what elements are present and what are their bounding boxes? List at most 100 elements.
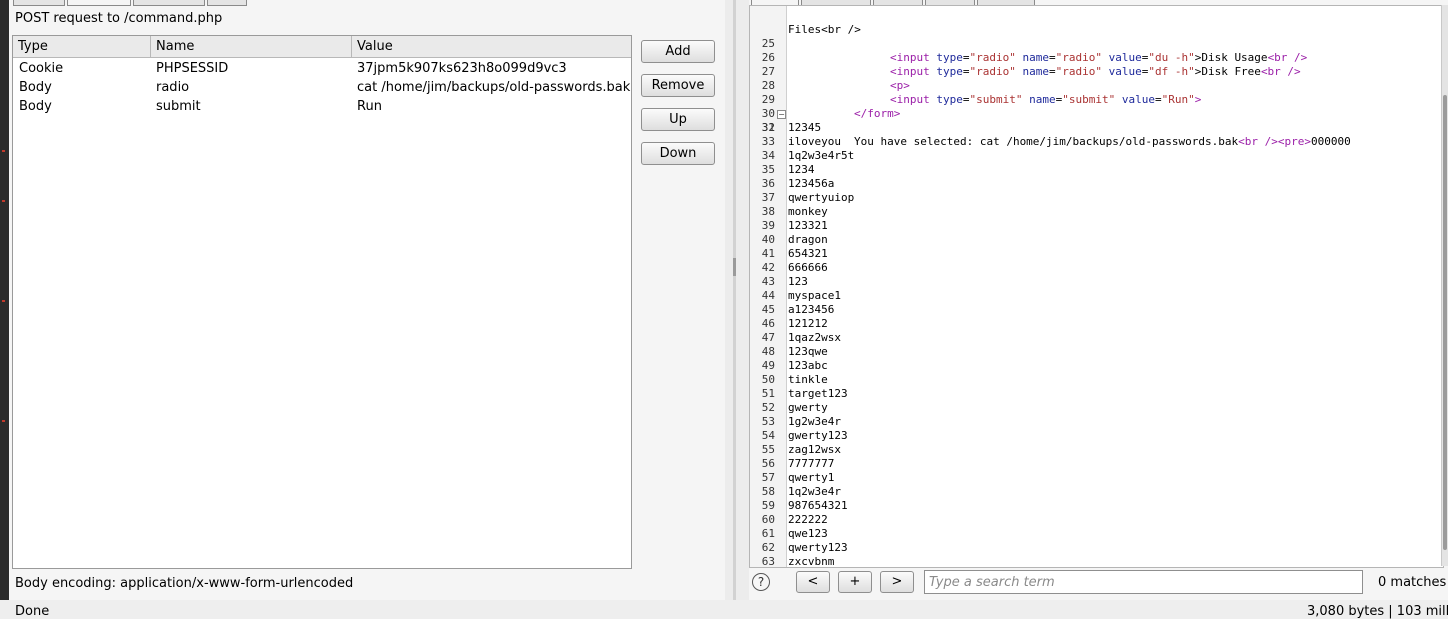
- line-number: 37: [761, 191, 775, 204]
- param-value: 37jpm5k907ks623h8o099d9vc3: [357, 61, 567, 76]
- password-entry: 123qwe: [788, 345, 828, 358]
- code-attr: name: [1022, 65, 1049, 78]
- code-tag: <br />: [1267, 51, 1308, 64]
- response-editor[interactable]: Files<br /> 25 <input type="radio" name=…: [749, 5, 1444, 568]
- param-value: Run: [357, 99, 382, 114]
- line-number: 34: [761, 149, 775, 162]
- password-entry: 121212: [788, 317, 828, 330]
- column-header-name[interactable]: Name: [151, 36, 352, 57]
- add-search-button[interactable]: +: [838, 571, 872, 593]
- add-button[interactable]: Add: [641, 40, 715, 63]
- code-tag: >: [1194, 93, 1202, 106]
- code-attr: type: [936, 51, 963, 64]
- code-tag: <input: [890, 65, 930, 78]
- table-header: Type Name Value: [13, 36, 631, 58]
- line-number: 35: [761, 163, 775, 176]
- line-number: 57: [761, 471, 775, 484]
- line-number: 33: [761, 135, 775, 148]
- up-button[interactable]: Up: [641, 108, 715, 131]
- line-number: 52: [761, 401, 775, 414]
- tab-hex[interactable]: [133, 0, 205, 6]
- code-tag: <br />: [1260, 65, 1301, 78]
- tab-params[interactable]: [67, 0, 131, 6]
- adjacent-window-strip: [0, 0, 9, 600]
- line-number: 63: [761, 555, 775, 568]
- password-entry: a123456: [788, 303, 835, 316]
- code-tag: <pre>: [1277, 135, 1311, 148]
- param-value: cat /home/jim/backups/old-passwords.bak: [357, 80, 631, 95]
- next-match-button[interactable]: >: [880, 571, 914, 593]
- password-entry: 123abc: [788, 359, 828, 372]
- tab-header[interactable]: [13, 0, 65, 6]
- password-entry: gwerty: [788, 401, 828, 414]
- line-number: 62: [761, 541, 775, 554]
- password-entry: 123456a: [788, 177, 835, 190]
- password-entry: zag12wsx: [788, 443, 841, 456]
- password-entry: 12345: [788, 121, 822, 134]
- line-number: 43: [761, 275, 775, 288]
- previous-match-button[interactable]: <: [796, 571, 830, 593]
- vertical-scrollbar[interactable]: [1441, 5, 1448, 566]
- fold-toggle-icon[interactable]: −: [777, 110, 786, 119]
- status-text: Done: [15, 604, 50, 619]
- table-row[interactable]: Body submit Run: [13, 97, 631, 116]
- request-title: POST request to /command.php: [15, 11, 223, 26]
- line-number: 40: [761, 233, 775, 246]
- code-attr: type: [936, 93, 963, 106]
- code-val: "radio": [1055, 51, 1102, 64]
- code-text: You have selected: cat /home/jim/backups…: [854, 135, 1239, 148]
- tab-other[interactable]: [207, 0, 247, 6]
- code-line: 28 <input type="submit" name="submit" va…: [750, 65, 1202, 106]
- line-number: 36: [761, 177, 775, 190]
- help-icon[interactable]: ?: [752, 573, 770, 591]
- code-attr: name: [1029, 93, 1056, 106]
- code-val: "df -h": [1148, 65, 1195, 78]
- code-tag: </form>: [854, 107, 901, 120]
- password-entry: 7777777: [788, 457, 835, 470]
- line-number: 58: [761, 485, 775, 498]
- param-type: Body: [19, 80, 52, 95]
- line-number: 56: [761, 457, 775, 470]
- password-entry: tinkle: [788, 373, 828, 386]
- column-header-type[interactable]: Type: [13, 36, 151, 57]
- search-input[interactable]: [924, 570, 1363, 594]
- code-line: 30: [750, 93, 790, 120]
- password-entry: 123321: [788, 219, 828, 232]
- param-type: Cookie: [19, 61, 64, 76]
- table-row[interactable]: Cookie PHPSESSID 37jpm5k907ks623h8o099d9…: [13, 59, 631, 78]
- down-button[interactable]: Down: [641, 142, 715, 165]
- line-number: 32: [761, 121, 775, 134]
- remove-button[interactable]: Remove: [641, 74, 715, 97]
- line-number: 54: [761, 429, 775, 442]
- code-val: "radio": [969, 51, 1016, 64]
- code-val: "submit": [969, 93, 1023, 106]
- split-grip-handle[interactable]: [733, 258, 736, 276]
- password-entry: 1qaz2wsx: [788, 331, 841, 344]
- code-val: "du -h": [1148, 51, 1195, 64]
- code-val: "radio": [969, 65, 1016, 78]
- response-size-status: 3,080 bytes | 103 millis: [1307, 604, 1448, 619]
- split-divider[interactable]: [725, 0, 749, 600]
- line-number: 38: [761, 205, 775, 218]
- code-val: "Run": [1161, 93, 1195, 106]
- code-attr: value: [1121, 93, 1155, 106]
- code-text: >Disk Usage: [1194, 51, 1268, 64]
- line-number: 55: [761, 443, 775, 456]
- line-number: 59: [761, 499, 775, 512]
- scrollbar-thumb[interactable]: [1443, 95, 1447, 550]
- password-entry: qwertyuiop: [788, 191, 855, 204]
- password-entry: 222222: [788, 513, 828, 526]
- password-entry: 1234: [788, 163, 815, 176]
- code-tag: <input: [890, 93, 930, 106]
- table-row[interactable]: Body radio cat /home/jim/backups/old-pas…: [13, 78, 631, 97]
- params-table[interactable]: Type Name Value Cookie PHPSESSID 37jpm5k…: [12, 35, 632, 569]
- line-number: 51: [761, 387, 775, 400]
- code-text: >Disk Free: [1194, 65, 1261, 78]
- line-number: 45: [761, 303, 775, 316]
- password-entry: target123: [788, 387, 848, 400]
- line-number: 41: [761, 247, 775, 260]
- code-text: Files<br />: [788, 23, 861, 36]
- line-number: 49: [761, 359, 775, 372]
- column-header-value[interactable]: Value: [352, 36, 631, 57]
- code-val: "submit": [1062, 93, 1116, 106]
